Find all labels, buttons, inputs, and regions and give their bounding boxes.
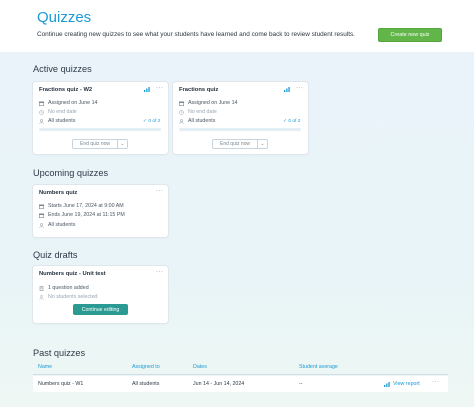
- progress-value: 0 of 2: [148, 119, 161, 124]
- students-label: No students selected: [48, 294, 98, 300]
- more-dots-icon[interactable]: ···: [296, 85, 304, 91]
- user-icon: [39, 294, 44, 300]
- end-date-row: No end date: [39, 109, 77, 115]
- bar-chart-icon[interactable]: [144, 87, 150, 92]
- active-quiz-card[interactable]: Fractions quiz - W2 ··· Assigned on June…: [33, 82, 168, 154]
- table-row[interactable]: Numbers quiz - W1 All students Jun 14 - …: [33, 376, 448, 392]
- starts-row: Starts June 17, 2024 at 9:00 AM: [39, 203, 124, 209]
- progress-bar: [179, 128, 301, 131]
- ends-row: Ends June 19, 2024 at 11:15 PM: [39, 212, 125, 218]
- students-row: All students: [39, 222, 75, 228]
- calendar-icon: [39, 204, 44, 209]
- more-dots-icon[interactable]: ···: [156, 188, 164, 194]
- cell-dates: Jun 14 - Jun 14, 2024: [193, 381, 245, 387]
- students-label: All students: [48, 118, 76, 124]
- column-header-student-average: Student average: [299, 364, 338, 370]
- end-date-row: No end date: [179, 109, 217, 115]
- clock-icon: [179, 109, 184, 115]
- assigned-row: Assigned on June 14: [179, 100, 237, 106]
- end-date-label: No end date: [48, 109, 77, 115]
- progress-label: ✓ 0 of 2: [143, 119, 161, 124]
- active-quiz-card[interactable]: Fractions quiz ··· Assigned on June 14 N…: [173, 82, 308, 154]
- quiz-card-title: Numbers quiz: [39, 190, 78, 196]
- assigned-row: Assigned on June 14: [39, 100, 97, 106]
- section-title-past: Past quizzes: [33, 348, 86, 358]
- clock-icon: [39, 109, 44, 115]
- end-quiz-button[interactable]: End quiz now: [73, 140, 117, 148]
- user-icon: [39, 118, 44, 124]
- document-icon: [39, 285, 44, 291]
- progress-value: 0 of 2: [288, 119, 301, 124]
- upcoming-quiz-card[interactable]: Numbers quiz ··· Starts June 17, 2024 at…: [33, 185, 168, 237]
- calendar-icon: [39, 213, 44, 218]
- page-subtitle: Continue creating new quizzes to see wha…: [37, 31, 355, 38]
- quiz-card-title: Fractions quiz - W2: [39, 87, 93, 93]
- section-title-active: Active quizzes: [33, 64, 92, 74]
- cell-student-average: --: [299, 381, 303, 387]
- page-title: Quizzes: [37, 9, 92, 26]
- cell-assigned-to: All students: [132, 381, 160, 387]
- quiz-card-title: Fractions quiz: [179, 87, 219, 93]
- calendar-icon: [179, 101, 184, 106]
- more-dots-icon[interactable]: ···: [432, 379, 440, 385]
- students-label: All students: [48, 222, 76, 228]
- students-label: All students: [188, 118, 216, 124]
- chevron-down-icon[interactable]: ⌄: [257, 140, 267, 148]
- more-dots-icon[interactable]: ···: [156, 85, 164, 91]
- students-row: No students selected: [39, 294, 97, 300]
- progress-bar: [39, 128, 161, 131]
- continue-editing-button[interactable]: Continue editing: [73, 304, 128, 315]
- column-header-name: Name: [38, 364, 53, 370]
- bar-chart-icon[interactable]: [284, 87, 290, 92]
- progress-label: ✓ 0 of 2: [283, 119, 301, 124]
- column-header-dates: Dates: [193, 364, 207, 370]
- end-quiz-split-button[interactable]: End quiz now ⌄: [72, 139, 129, 149]
- starts-label: Starts June 17, 2024 at 9:00 AM: [48, 203, 124, 209]
- end-date-label: No end date: [188, 109, 217, 115]
- questions-label: 1 question added: [48, 285, 89, 291]
- students-row: All students: [39, 118, 75, 124]
- chevron-down-icon[interactable]: ⌄: [117, 140, 127, 148]
- cell-name: Numbers quiz - W1: [38, 381, 84, 387]
- assigned-label: Assigned on June 14: [48, 100, 98, 106]
- table-header-divider: [33, 374, 448, 375]
- user-icon: [179, 118, 184, 124]
- user-icon: [39, 222, 44, 228]
- section-title-drafts: Quiz drafts: [33, 250, 78, 260]
- end-quiz-split-button[interactable]: End quiz now ⌄: [212, 139, 269, 149]
- assigned-label: Assigned on June 14: [188, 100, 238, 106]
- questions-row: 1 question added: [39, 285, 89, 291]
- calendar-icon: [39, 101, 44, 106]
- more-dots-icon[interactable]: ···: [156, 269, 164, 275]
- column-header-assigned-to: Assigned to: [132, 364, 160, 370]
- quiz-card-title: Numbers quiz - Unit test: [39, 271, 106, 277]
- view-report-label: View report: [393, 381, 420, 387]
- page-header: Quizzes Continue creating new quizzes to…: [0, 0, 474, 52]
- end-quiz-button[interactable]: End quiz now: [213, 140, 257, 148]
- students-row: All students: [179, 118, 215, 124]
- ends-label: Ends June 19, 2024 at 11:15 PM: [48, 212, 125, 218]
- view-report-link[interactable]: View report: [384, 381, 420, 387]
- bar-chart-icon: [384, 381, 390, 387]
- create-new-quiz-button[interactable]: Create new quiz: [378, 28, 442, 42]
- section-title-upcoming: Upcoming quizzes: [33, 168, 109, 178]
- draft-quiz-card[interactable]: Numbers quiz - Unit test ··· 1 question …: [33, 266, 168, 323]
